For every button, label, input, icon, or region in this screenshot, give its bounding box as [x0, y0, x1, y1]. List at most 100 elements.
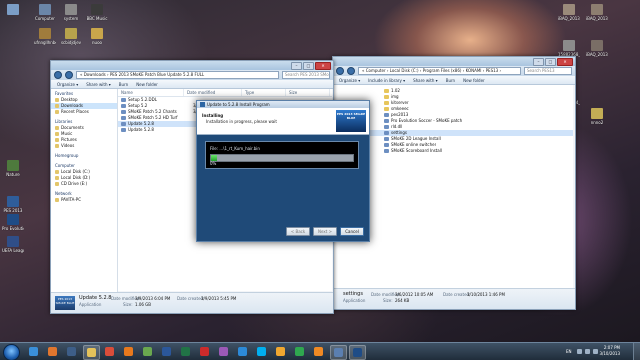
desktop-shortcut-icon: [7, 196, 19, 207]
toolbar-burn-button[interactable]: Burn: [446, 78, 455, 83]
title-bar[interactable]: – □ ✕: [51, 61, 333, 70]
show-desktop-button[interactable]: [633, 343, 640, 360]
taskbar-store-button[interactable]: [140, 345, 155, 358]
taskbar-opera-button[interactable]: [197, 345, 212, 358]
column-header-size[interactable]: Size: [286, 89, 330, 96]
desktop-icon[interactable]: iBAQ_20130...: [586, 40, 608, 57]
taskbar-vlc-button[interactable]: [311, 345, 326, 358]
back-button[interactable]: < Back: [286, 227, 310, 236]
taskbar-explorer-button[interactable]: [83, 345, 100, 360]
navigation-pane[interactable]: Favorites Desktop Downloads Recent Places Li…: [51, 89, 118, 293]
forward-arrow-icon[interactable]: [347, 67, 355, 75]
back-arrow-icon[interactable]: [336, 67, 344, 75]
file-icon: [121, 104, 126, 108]
taskbar-skype-button[interactable]: [254, 345, 269, 358]
folder-icon: [55, 144, 59, 148]
file-name: settings: [391, 130, 407, 135]
column-header-date-modified[interactable]: Date modified: [184, 89, 242, 96]
network-icon[interactable]: [577, 349, 582, 354]
toolbar-new-folder-button[interactable]: New folder: [463, 78, 485, 83]
desktop-icon[interactable]: PES 2013: [2, 196, 24, 213]
toolbar-organize-button[interactable]: Organize ▾: [57, 82, 78, 87]
minimize-button[interactable]: –: [291, 62, 302, 70]
desktop-icon[interactable]: [2, 4, 24, 16]
taskbar-word-button[interactable]: [159, 345, 174, 358]
column-header-name[interactable]: Name: [118, 89, 184, 96]
next-button[interactable]: Next >: [313, 227, 337, 236]
desktop-icon[interactable]: ufnngllhnbdgtrv: [34, 28, 56, 45]
desktop-icon[interactable]: Computer: [34, 4, 56, 21]
desktop[interactable]: Computer system BBC Music ufnngllhnbdgtrv sc…: [0, 0, 640, 342]
minimize-button[interactable]: –: [533, 58, 544, 66]
desktop-icon[interactable]: 15882368_1... 2013012: [558, 40, 580, 57]
language-indicator[interactable]: EN: [566, 349, 574, 354]
taskbar-explorer-window-button[interactable]: [330, 345, 347, 360]
address-input[interactable]: « Downloads › PES 2013 SMoKE Patch Blue …: [76, 71, 279, 79]
desktop-icon-label: iBAQ_20130...: [558, 16, 580, 21]
clock[interactable]: 2:07 PM 3/10/2013: [599, 345, 620, 357]
toolbar-organize-button[interactable]: Organize ▾: [339, 78, 360, 83]
taskbar-photoshop-button[interactable]: [235, 345, 250, 358]
details-name: Update 5.2.8: [79, 295, 112, 301]
taskbar-excel-button[interactable]: [178, 345, 193, 358]
desktop-icon[interactable]: nuoo: [86, 28, 108, 45]
close-button[interactable]: ✕: [315, 62, 331, 70]
desktop-icon-label: Computer: [35, 16, 55, 21]
maximize-button[interactable]: □: [303, 62, 314, 70]
flag-icon[interactable]: [593, 349, 598, 354]
ie-icon: [29, 347, 38, 356]
taskbar-media-player-button[interactable]: [45, 345, 60, 358]
toolbar-share-with-button[interactable]: Share with ▾: [86, 82, 111, 87]
installer-title-bar[interactable]: Update to 5.2.8 Install Program: [197, 101, 369, 108]
toolbar-include-in-library-button[interactable]: Include in library ▾: [368, 78, 405, 83]
desktop-icon[interactable]: Nature: [2, 160, 24, 177]
taskbar-winamp-button[interactable]: [273, 345, 288, 358]
taskbar-camtasia-button[interactable]: [292, 345, 307, 358]
nav-item-videos[interactable]: Videos: [51, 143, 117, 149]
back-arrow-icon[interactable]: [54, 71, 62, 79]
installer-dialog[interactable]: Update to 5.2.8 Install Program Installi…: [196, 100, 370, 242]
desktop-icon[interactable]: scbidjdjev: [60, 28, 82, 45]
address-input[interactable]: « Computer › Local Disk (C:) › Program F…: [358, 67, 521, 75]
command-bar: Organize ▾ Include in library ▾ Share with…: [333, 76, 575, 85]
desktop-shortcut-icon: [7, 236, 19, 247]
desktop-icon[interactable]: UEFA League: [2, 236, 24, 253]
forward-arrow-icon[interactable]: [65, 71, 73, 79]
nav-item-recent-places[interactable]: Recent Places: [51, 109, 117, 115]
taskbar-chrome-button[interactable]: [102, 345, 117, 358]
folder-icon: [384, 107, 389, 111]
maximize-button[interactable]: □: [545, 58, 556, 66]
desktop-icon-label: iBAQ_20130...: [586, 52, 608, 57]
taskbar-pes-installer-button[interactable]: [349, 345, 366, 360]
nav-item-label: Documents: [61, 125, 84, 130]
desktop-icon-label: scbidjdjev: [60, 40, 82, 45]
close-button[interactable]: ✕: [557, 58, 573, 66]
nav-item-homegroup[interactable]: Homegroup: [51, 153, 117, 159]
search-input[interactable]: Search PES13: [524, 67, 572, 75]
folder-icon: [55, 138, 59, 142]
nav-item-cd-drive-e[interactable]: CD Drive (E:): [51, 181, 117, 187]
toolbar-share-with-button[interactable]: Share with ▾: [413, 78, 438, 83]
desktop-icon[interactable]: Pro Evolution Soccer: [2, 214, 24, 231]
volume-icon[interactable]: [585, 349, 590, 354]
toolbar-new-folder-button[interactable]: New folder: [136, 82, 158, 87]
desktop-icon[interactable]: nnno2: [586, 108, 608, 125]
column-header-type[interactable]: Type: [242, 89, 286, 96]
nav-item-pavita-pc[interactable]: PAVITA-PC: [51, 197, 117, 203]
search-input[interactable]: Search PES 2013 SMoKE Patc...: [282, 71, 330, 79]
title-bar[interactable]: – □ ✕: [333, 57, 575, 66]
details-pane: settings Application Date modified: 3/6/…: [333, 288, 575, 309]
toolbar-burn-button[interactable]: Burn: [119, 82, 128, 87]
desktop-icon[interactable]: iBAQ_20130...: [558, 4, 580, 21]
taskbar-ie-button[interactable]: [26, 345, 41, 358]
taskbar-firefox-button[interactable]: [121, 345, 136, 358]
desktop-icon[interactable]: system: [60, 4, 82, 21]
cancel-button[interactable]: Cancel: [340, 227, 364, 236]
start-button[interactable]: [3, 344, 20, 360]
taskbar-paint-button[interactable]: [216, 345, 231, 358]
desktop-icon[interactable]: BBC Music: [86, 4, 108, 21]
file-name: SMoKE online switcher: [391, 142, 437, 147]
taskbar-steam-button[interactable]: [64, 345, 79, 358]
desktop-icon[interactable]: iBAQ_20130...: [586, 4, 608, 21]
media-player-icon: [48, 347, 57, 356]
